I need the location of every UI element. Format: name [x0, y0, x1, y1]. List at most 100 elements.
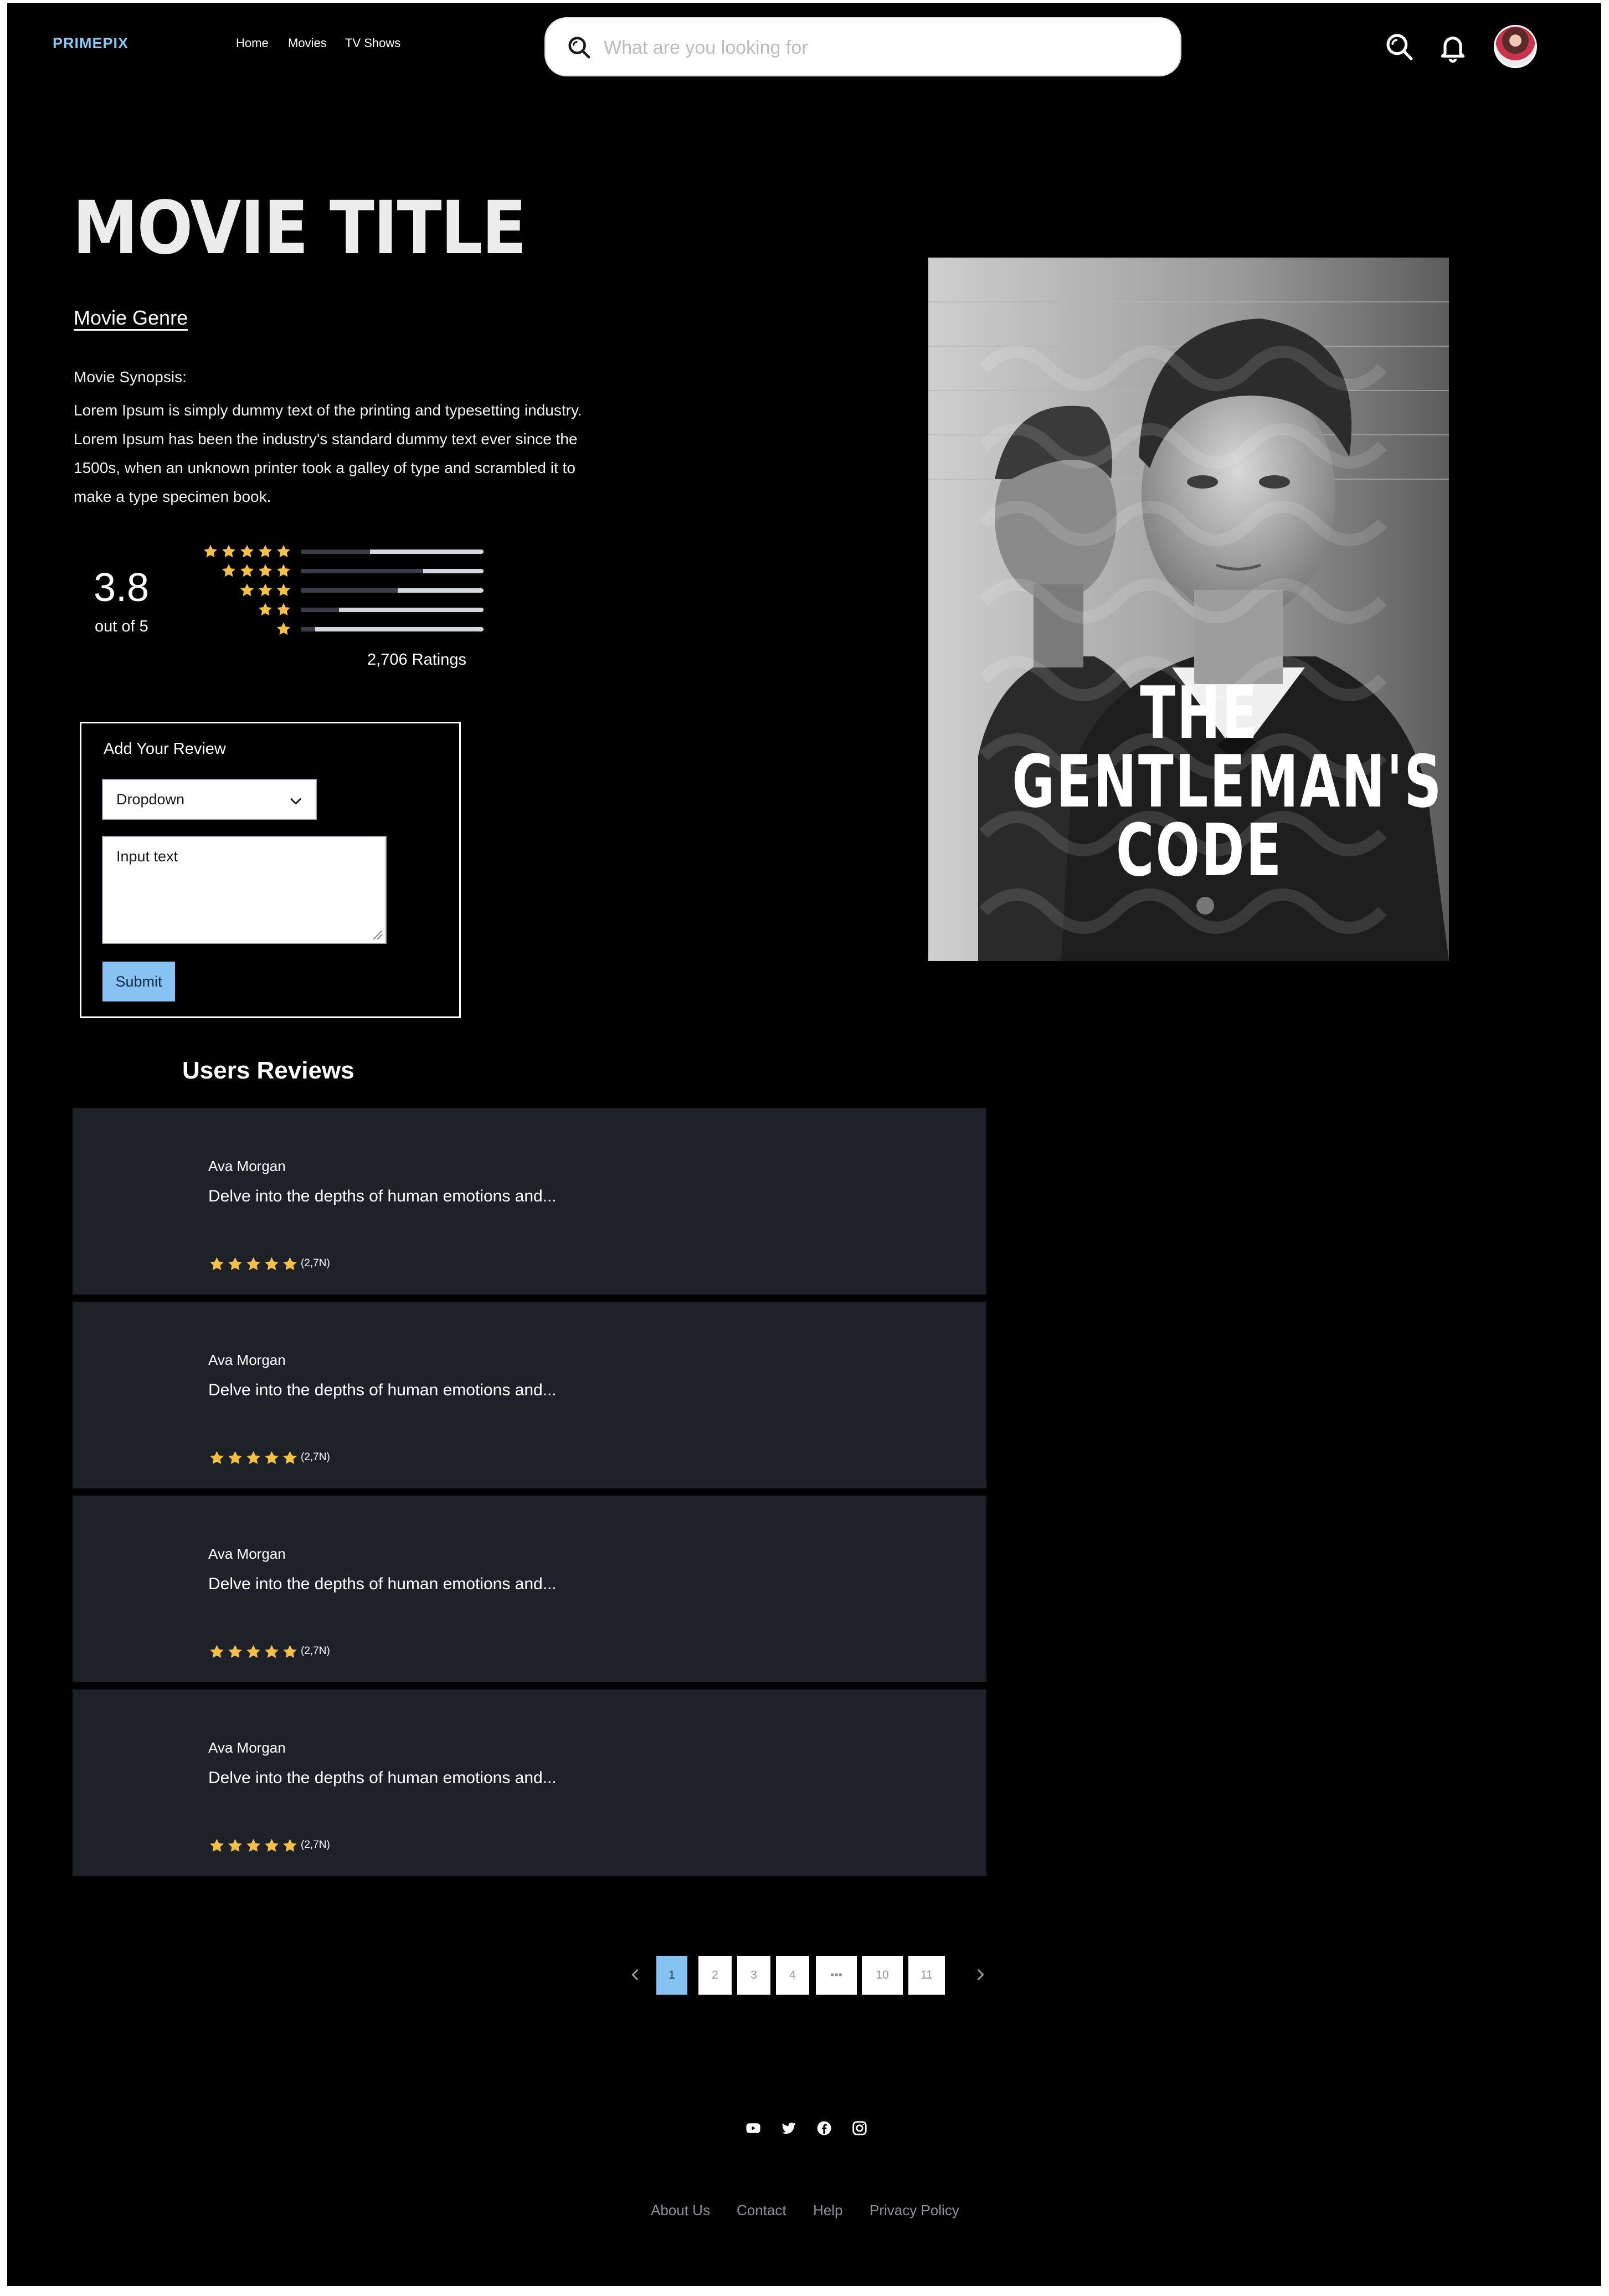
movie-synopsis: Lorem Ipsum is simply dummy text of the … [74, 402, 582, 505]
star-icon [210, 1645, 224, 1658]
star-icon [277, 603, 290, 616]
nav-tv-shows[interactable]: TV Shows [345, 36, 400, 50]
chevron-left-icon[interactable] [628, 1967, 643, 1982]
rating-bar-fill [301, 608, 340, 612]
star-icon [283, 1645, 297, 1658]
reviewer-name: Ava Morgan [208, 1545, 286, 1562]
movie-genre-link[interactable]: Movie Genre [74, 306, 188, 330]
rating-row-stars-1 [275, 621, 292, 638]
star-icon [283, 1257, 297, 1270]
rating-row-stars-2 [257, 602, 292, 618]
star-icon [265, 1645, 279, 1658]
instagram-icon[interactable] [851, 2120, 868, 2136]
bell-icon[interactable] [1437, 32, 1468, 63]
review-count: (2,7N) [301, 1451, 330, 1463]
rating-bar-fill [301, 588, 398, 593]
page-button[interactable]: 1 [656, 1956, 687, 1995]
review-text: Delve into the depths of human emotions … [208, 1575, 557, 1593]
star-icon [277, 545, 290, 558]
review-stars [208, 1643, 299, 1661]
facebook-icon[interactable] [816, 2120, 832, 2136]
star-icon [204, 545, 217, 558]
star-icon [240, 545, 254, 558]
star-icon [240, 564, 254, 577]
submit-button[interactable]: Submit [102, 962, 175, 1001]
star-icon [259, 603, 272, 616]
reviewer-name: Ava Morgan [208, 1352, 286, 1368]
footer-link-about-us[interactable]: About Us [651, 2202, 710, 2219]
synopsis-label: Movie Synopsis: [74, 368, 187, 386]
rating-row-stars-5 [202, 543, 292, 560]
review-text: Delve into the depths of human emotions … [208, 1187, 557, 1205]
chevron-down-icon [290, 798, 301, 805]
footer-link-contact[interactable]: Contact [737, 2202, 786, 2219]
page: PRIMEPIX Home Movies TV Shows MOVIE TITL… [7, 3, 1601, 2286]
review-count: (2,7N) [301, 1257, 330, 1269]
search-bar[interactable] [544, 17, 1181, 76]
star-icon [259, 545, 272, 558]
resize-handle-icon[interactable] [371, 928, 383, 941]
total-ratings: 2,706 Ratings [367, 651, 466, 669]
star-icon [277, 583, 290, 597]
poster-title-line-2: CODE [1115, 808, 1283, 892]
review-card[interactable]: Ava Morgan Delve into the depths of human… [73, 1689, 986, 1876]
star-icon [222, 545, 235, 558]
youtube-icon[interactable] [745, 2120, 762, 2136]
star-icon [228, 1645, 242, 1658]
page-button[interactable]: 10 [862, 1956, 903, 1995]
page-button[interactable]: 4 [776, 1956, 809, 1995]
star-icon [210, 1451, 224, 1464]
form-title: Add Your Review [104, 740, 226, 758]
reviewer-name: Ava Morgan [208, 1158, 286, 1174]
star-icon [228, 1451, 242, 1464]
page-button[interactable]: 3 [737, 1956, 770, 1995]
search-icon[interactable] [1384, 32, 1415, 63]
search-input[interactable] [604, 32, 1158, 64]
review-card[interactable]: Ava Morgan Delve into the depths of human… [73, 1302, 986, 1488]
reviewer-name: Ava Morgan [208, 1739, 286, 1756]
star-icon [246, 1645, 260, 1658]
chevron-right-icon[interactable] [973, 1967, 988, 1982]
rating-row-stars-3 [239, 582, 292, 599]
review-stars [208, 1450, 299, 1467]
footer-link-privacy-policy[interactable]: Privacy Policy [870, 2202, 959, 2219]
star-icon [246, 1451, 260, 1464]
rating-row-stars-4 [220, 563, 292, 579]
review-card[interactable]: Ava Morgan Delve into the depths of human… [73, 1496, 986, 1682]
star-icon [210, 1838, 224, 1852]
page-button[interactable]: 11 [908, 1956, 945, 1995]
page-button[interactable]: 2 [698, 1956, 732, 1995]
poster-title-line-1: THE GENTLEMAN'S [1012, 671, 1443, 824]
twitter-icon[interactable] [780, 2120, 797, 2136]
movie-poster: THE GENTLEMAN'S CODE [928, 258, 1449, 961]
star-icon [240, 583, 254, 597]
movie-title: MOVIE TITLE [73, 186, 527, 271]
page-button[interactable]: ••• [816, 1956, 857, 1995]
search-icon[interactable] [567, 35, 592, 60]
review-stars [208, 1837, 299, 1855]
review-text-input[interactable]: Input text [102, 836, 387, 944]
review-text: Delve into the depths of human emotions … [208, 1769, 557, 1787]
input-placeholder: Input text [116, 848, 178, 865]
star-icon [265, 1257, 279, 1270]
star-icon [283, 1838, 297, 1852]
rating-bar-1 [301, 627, 484, 631]
reviews-heading: Users Reviews [182, 1057, 354, 1084]
star-icon [228, 1257, 242, 1270]
rating-bar-fill [301, 549, 371, 554]
nav-home[interactable]: Home [236, 36, 269, 50]
nav-movies[interactable]: Movies [288, 36, 327, 50]
star-icon [210, 1257, 224, 1270]
brand-logo[interactable]: PRIMEPIX [53, 35, 128, 52]
review-card[interactable]: Ava Morgan Delve into the depths of human… [73, 1108, 986, 1295]
star-icon [222, 564, 235, 577]
star-icon [277, 564, 290, 577]
star-icon [277, 622, 290, 635]
footer-link-help[interactable]: Help [813, 2202, 842, 2219]
rating-bar-2 [301, 608, 484, 612]
star-icon [265, 1451, 279, 1464]
star-icon [283, 1451, 297, 1464]
star-icon [265, 1838, 279, 1852]
user-avatar[interactable] [1494, 25, 1537, 68]
rating-dropdown[interactable]: Dropdown [102, 779, 317, 820]
